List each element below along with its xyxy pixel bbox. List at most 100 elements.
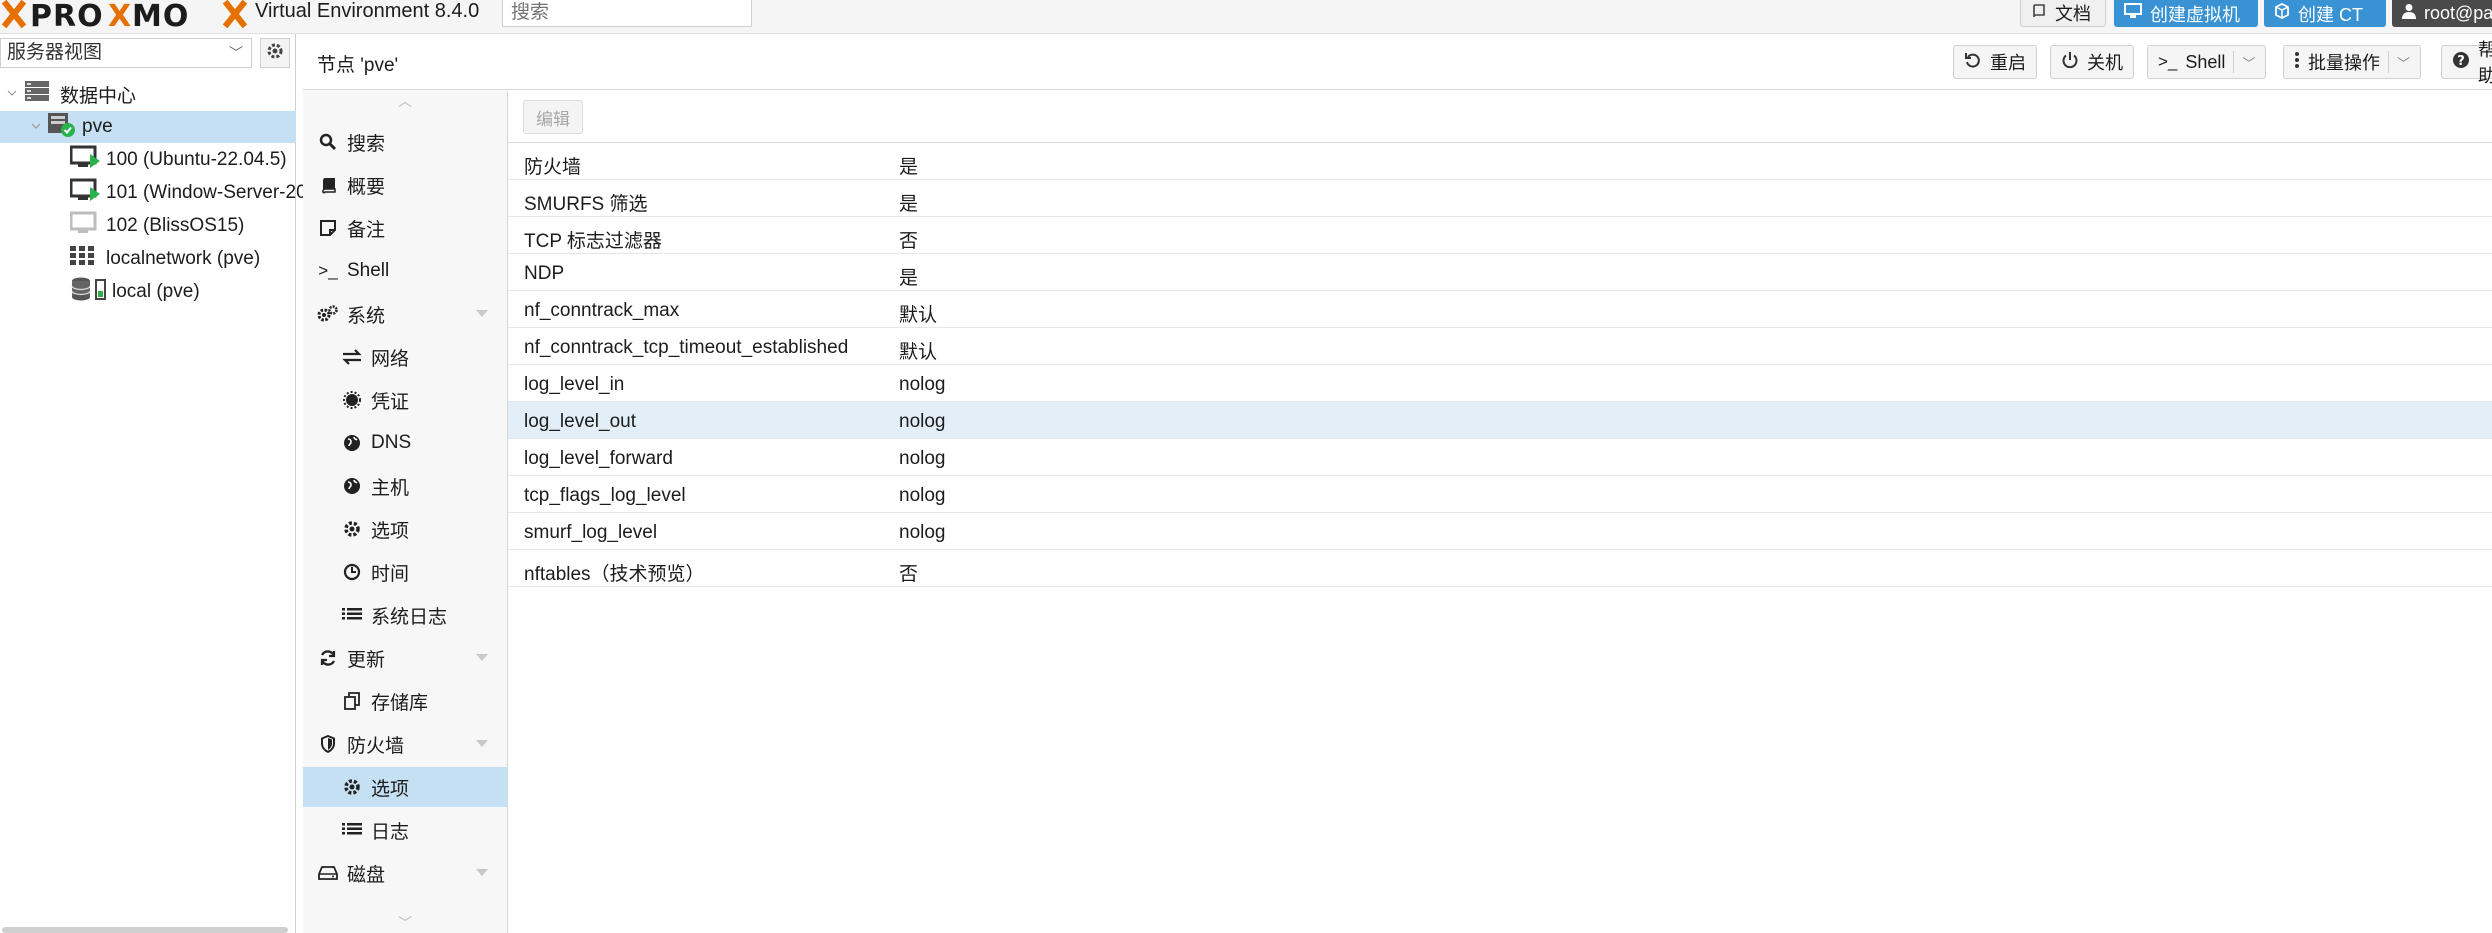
property-value: 否	[899, 231, 919, 252]
nav-item-label: 主机	[371, 477, 410, 499]
nav-item-search[interactable]: 搜索	[303, 122, 508, 162]
tree-item-vm-101[interactable]: 101 (Window-Server-2022)	[0, 177, 334, 209]
nav-item-hosts[interactable]: 主机	[303, 466, 508, 506]
clock-icon	[341, 563, 363, 581]
property-grid: 防火墙是 SMURFS 筛选是 TCP 标志过滤器否 NDP 是 nf_conntrack…	[508, 143, 2492, 587]
nav-item-time[interactable]: 时间	[303, 552, 508, 592]
nav-item-syslog[interactable]: 系统日志	[303, 595, 508, 635]
create-ct-label: 创建 CT	[2298, 4, 2363, 25]
nav-item-system[interactable]: 系统	[303, 294, 508, 334]
tree-settings-button[interactable]	[260, 38, 290, 68]
nav-item-shell[interactable]: >_ Shell	[303, 251, 508, 291]
nav-item-certificates[interactable]: 凭证	[303, 380, 508, 420]
table-row[interactable]: SMURFS 筛选 是	[508, 180, 2492, 217]
property-value: 是	[899, 157, 919, 178]
list-icon	[341, 822, 363, 838]
create-vm-label: 创建虚拟机	[2150, 4, 2240, 25]
collapse-toggle-icon[interactable]	[30, 116, 42, 138]
nav-item-firewall[interactable]: 防火墙	[303, 724, 508, 764]
help-button[interactable]: ? 帮助	[2441, 40, 2492, 86]
nav-item-label: 存储库	[371, 692, 429, 714]
edit-button[interactable]: 编辑	[523, 100, 583, 134]
property-name: nf_conntrack_max	[524, 300, 680, 321]
table-row[interactable]: TCP 标志过滤器 否	[508, 217, 2492, 254]
property-name: SMURFS 筛选	[524, 194, 648, 215]
table-row[interactable]: log_level_in nolog	[508, 365, 2492, 402]
nav-item-network[interactable]: 网络	[303, 337, 508, 377]
expand-arrow-icon[interactable]	[476, 869, 488, 876]
proxmox-logo: PRO X MO	[0, 0, 255, 34]
create-ct-button[interactable]: 创建 CT	[2264, 0, 2386, 27]
nav-item-disks[interactable]: 磁盘	[303, 853, 508, 893]
docs-button[interactable]: 文档	[2020, 0, 2106, 27]
tree-item-localnetwork[interactable]: localnetwork (pve)	[0, 243, 296, 275]
table-row[interactable]: log_level_forward nolog	[508, 439, 2492, 476]
table-row[interactable]: log_level_out nolog	[508, 402, 2492, 439]
table-row[interactable]: NDP 是	[508, 254, 2492, 291]
expand-arrow-icon[interactable]	[476, 310, 488, 317]
table-row[interactable]: nftables（技术预览） 否	[508, 550, 2492, 587]
view-select-value: 服务器视图	[7, 42, 103, 63]
undo-icon	[1964, 51, 1982, 74]
files-icon	[341, 692, 363, 710]
reboot-button[interactable]: 重启	[1953, 45, 2037, 79]
nav-item-dns[interactable]: DNS	[303, 423, 508, 463]
chevron-down-icon[interactable]: ﹀	[2397, 53, 2410, 72]
shell-label: Shell	[2185, 51, 2226, 72]
chevron-down-icon[interactable]: ﹀	[2242, 53, 2255, 72]
vm-running-icon	[69, 144, 102, 176]
table-row[interactable]: smurf_log_level nolog	[508, 513, 2492, 550]
scroll-down-icon[interactable]: ﹀	[398, 913, 412, 933]
property-name: nf_conntrack_tcp_timeout_established	[524, 337, 849, 358]
nav-item-repositories[interactable]: 存储库	[303, 681, 508, 721]
search-input[interactable]	[502, 0, 752, 27]
property-value: nolog	[899, 374, 946, 395]
bulk-actions-button[interactable]: 批量操作 ﹀	[2283, 45, 2422, 79]
expand-arrow-icon[interactable]	[476, 654, 488, 661]
scroll-up-icon[interactable]: ︿	[398, 91, 412, 111]
tree-item-label: 101 (Window-Server-2022)	[106, 182, 335, 203]
app-window: PRO X MO Virtual Environment 8.4.0 文档 创建…	[0, 0, 2492, 933]
tree-item-pve[interactable]: pve	[0, 111, 296, 143]
nav-item-updates[interactable]: 更新	[303, 638, 508, 678]
nav-item-label: 更新	[347, 649, 386, 671]
tree-item-vm-100[interactable]: 100 (Ubuntu-22.04.5)	[0, 144, 296, 176]
expand-arrow-icon[interactable]	[476, 740, 488, 747]
nav-item-summary[interactable]: 概要	[303, 165, 508, 205]
nav-item-notes[interactable]: 备注	[303, 208, 508, 248]
ellipsis-vertical-icon	[2294, 51, 2300, 74]
svg-text:X: X	[108, 0, 132, 34]
button-divider	[2388, 51, 2389, 73]
horizontal-scrollbar[interactable]	[2, 927, 288, 933]
shutdown-label: 关机	[2087, 53, 2123, 73]
table-row[interactable]: 防火墙 是	[508, 143, 2492, 180]
table-row[interactable]: nf_conntrack_max 默认	[508, 291, 2492, 328]
tree-item-label: 100 (Ubuntu-22.04.5)	[106, 149, 287, 170]
table-row[interactable]: nf_conntrack_tcp_timeout_established 默认	[508, 328, 2492, 365]
svg-text:MO: MO	[132, 0, 189, 34]
create-vm-button[interactable]: 创建虚拟机	[2114, 0, 2258, 27]
property-name: log_level_forward	[524, 448, 673, 469]
nav-item-firewall-log[interactable]: 日志	[303, 810, 508, 850]
chevron-down-icon: ﹀	[229, 45, 243, 61]
property-name: nftables（技术预览）	[524, 564, 705, 585]
shutdown-button[interactable]: 关机	[2050, 45, 2134, 79]
user-menu-button[interactable]: root@pam	[2392, 0, 2492, 27]
reboot-label: 重启	[1990, 53, 2026, 73]
view-select[interactable]: 服务器视图 ﹀	[0, 38, 252, 68]
button-divider	[2233, 51, 2235, 73]
tree-item-datacenter[interactable]: 数据中心	[0, 78, 296, 110]
power-icon	[2061, 51, 2079, 74]
nav-item-system-options[interactable]: 选项	[303, 509, 508, 549]
firewall-options-panel: 编辑 防火墙是 SMURFS 筛选是 TCP 标志过滤器否 NDP 是 nf_conntr…	[508, 91, 2492, 933]
table-row[interactable]: tcp_flags_log_level nolog	[508, 476, 2492, 513]
nav-item-firewall-options[interactable]: 选项	[303, 767, 508, 807]
tree-item-vm-102[interactable]: 102 (BlissOS15)	[0, 210, 296, 242]
nav-item-label: DNS	[371, 432, 412, 453]
shell-button[interactable]: >_ Shell ﹀	[2147, 45, 2267, 79]
bulk-actions-label: 批量操作	[2308, 53, 2380, 73]
tree-item-local-storage[interactable]: local (pve)	[0, 276, 296, 308]
collapse-toggle-icon[interactable]	[6, 83, 18, 105]
book-icon	[317, 176, 339, 194]
refresh-icon	[317, 649, 339, 667]
